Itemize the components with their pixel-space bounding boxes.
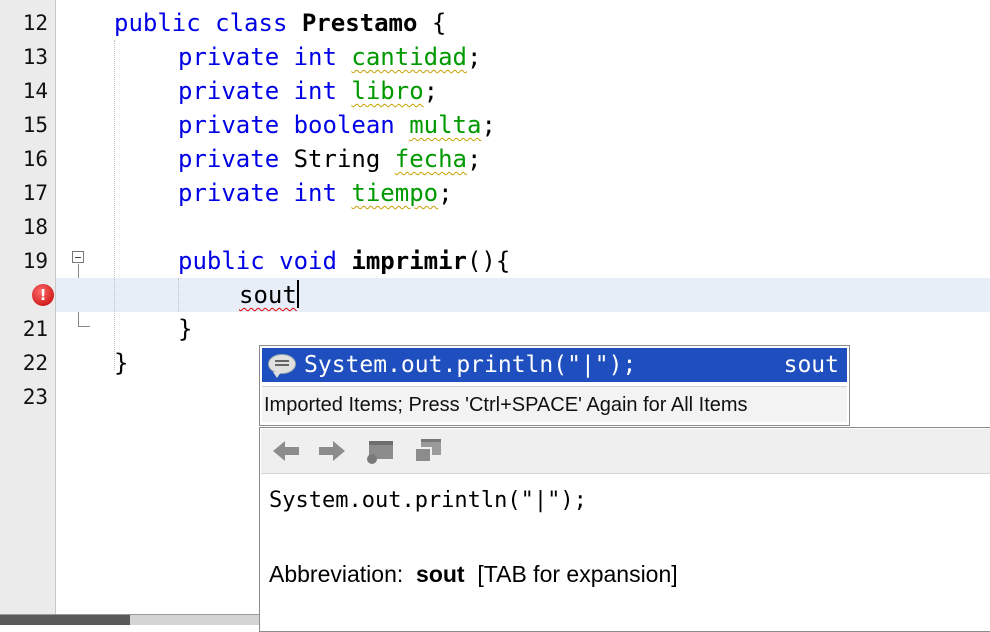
code-line-13: private int cantidad;	[178, 40, 481, 74]
line-number: 14	[22, 79, 48, 103]
method-name: imprimir	[351, 247, 467, 275]
keyword: public void	[178, 247, 352, 275]
doc-toolbar	[261, 429, 990, 474]
abbreviation-label: Abbreviation:	[269, 561, 417, 587]
fold-collapse-icon[interactable]	[72, 251, 84, 263]
goto-source-icon[interactable]	[365, 436, 397, 466]
punct: ;	[467, 145, 482, 173]
current-line-highlight	[56, 278, 990, 312]
code-template-icon	[268, 354, 296, 378]
line-number: 23	[22, 385, 48, 409]
indent-guide	[114, 40, 115, 370]
field-name: multa	[409, 111, 482, 139]
code-line-12: public class Prestamo {	[114, 6, 446, 40]
line-number: 21	[22, 317, 48, 341]
line-number: 12	[22, 11, 48, 35]
punct: }	[114, 349, 129, 377]
code-line-15: private boolean multa;	[178, 108, 496, 142]
keyword: private int	[178, 43, 352, 71]
code-line-19: public void imprimir(){	[178, 244, 510, 278]
punct: {	[417, 9, 447, 37]
code-line-21: }	[178, 312, 192, 346]
error-icon[interactable]: !	[32, 284, 54, 306]
horizontal-scrollbar[interactable]	[0, 614, 259, 625]
typed-abbreviation: sout	[239, 281, 297, 309]
forward-arrow-icon[interactable]	[317, 436, 349, 466]
code-line-22: }	[114, 346, 128, 380]
documentation-popup[interactable]: System.out.println("|"); Abbreviation: s…	[259, 427, 990, 632]
line-number: 13	[22, 45, 48, 69]
keyword: private int	[178, 179, 352, 207]
text-caret	[296, 280, 299, 308]
open-browser-icon[interactable]	[411, 436, 443, 466]
code-line-14: private int libro;	[178, 74, 438, 108]
keyword: private	[178, 145, 294, 173]
line-number-gutter: 12 13 14 15 16 17 18 19 21 22 23 !	[0, 0, 56, 624]
keyword: private boolean	[178, 111, 410, 139]
line-number: 17	[22, 181, 48, 205]
field-name: cantidad	[351, 43, 467, 71]
code-line-17: private int tiempo;	[178, 176, 453, 210]
punct: ;	[481, 111, 496, 139]
abbreviation-value: sout	[416, 561, 465, 587]
back-arrow-icon[interactable]	[271, 436, 303, 466]
field-name: tiempo	[351, 179, 439, 207]
line-number: 15	[22, 113, 48, 137]
doc-abbreviation-line: Abbreviation: sout [TAB for expansion]	[269, 556, 678, 592]
class-name: Prestamo	[301, 9, 418, 37]
completion-item-text: System.out.println("|");	[304, 352, 637, 378]
punct: ;	[423, 77, 439, 105]
fold-guide-end	[78, 326, 90, 327]
punct: ;	[438, 179, 453, 207]
completion-item-abbrev: sout	[783, 352, 839, 378]
line-number: 19	[22, 249, 48, 273]
keyword: private int	[178, 77, 352, 105]
line-number: 16	[22, 147, 48, 171]
abbreviation-hint: [TAB for expansion]	[464, 561, 678, 587]
punct: ;	[466, 43, 482, 71]
punct: }	[178, 315, 193, 343]
field-name: libro	[351, 77, 424, 105]
field-name: fecha	[394, 145, 467, 173]
line-number: 18	[22, 215, 48, 239]
punct: (){	[466, 247, 511, 275]
line-number: 22	[22, 351, 48, 375]
code-line-16: private String fecha;	[178, 142, 481, 176]
doc-template-code: System.out.println("|");	[269, 488, 587, 513]
completion-hint: Imported Items; Press 'Ctrl+SPACE' Again…	[262, 386, 847, 422]
code-line-20: sout	[239, 278, 299, 312]
type-name: String	[293, 145, 395, 173]
keyword: public class	[114, 9, 302, 37]
indent-guide	[178, 278, 179, 312]
code-completion-popup[interactable]: System.out.println("|"); sout Imported I…	[259, 345, 850, 426]
completion-item-selected[interactable]: System.out.println("|"); sout	[262, 348, 847, 382]
